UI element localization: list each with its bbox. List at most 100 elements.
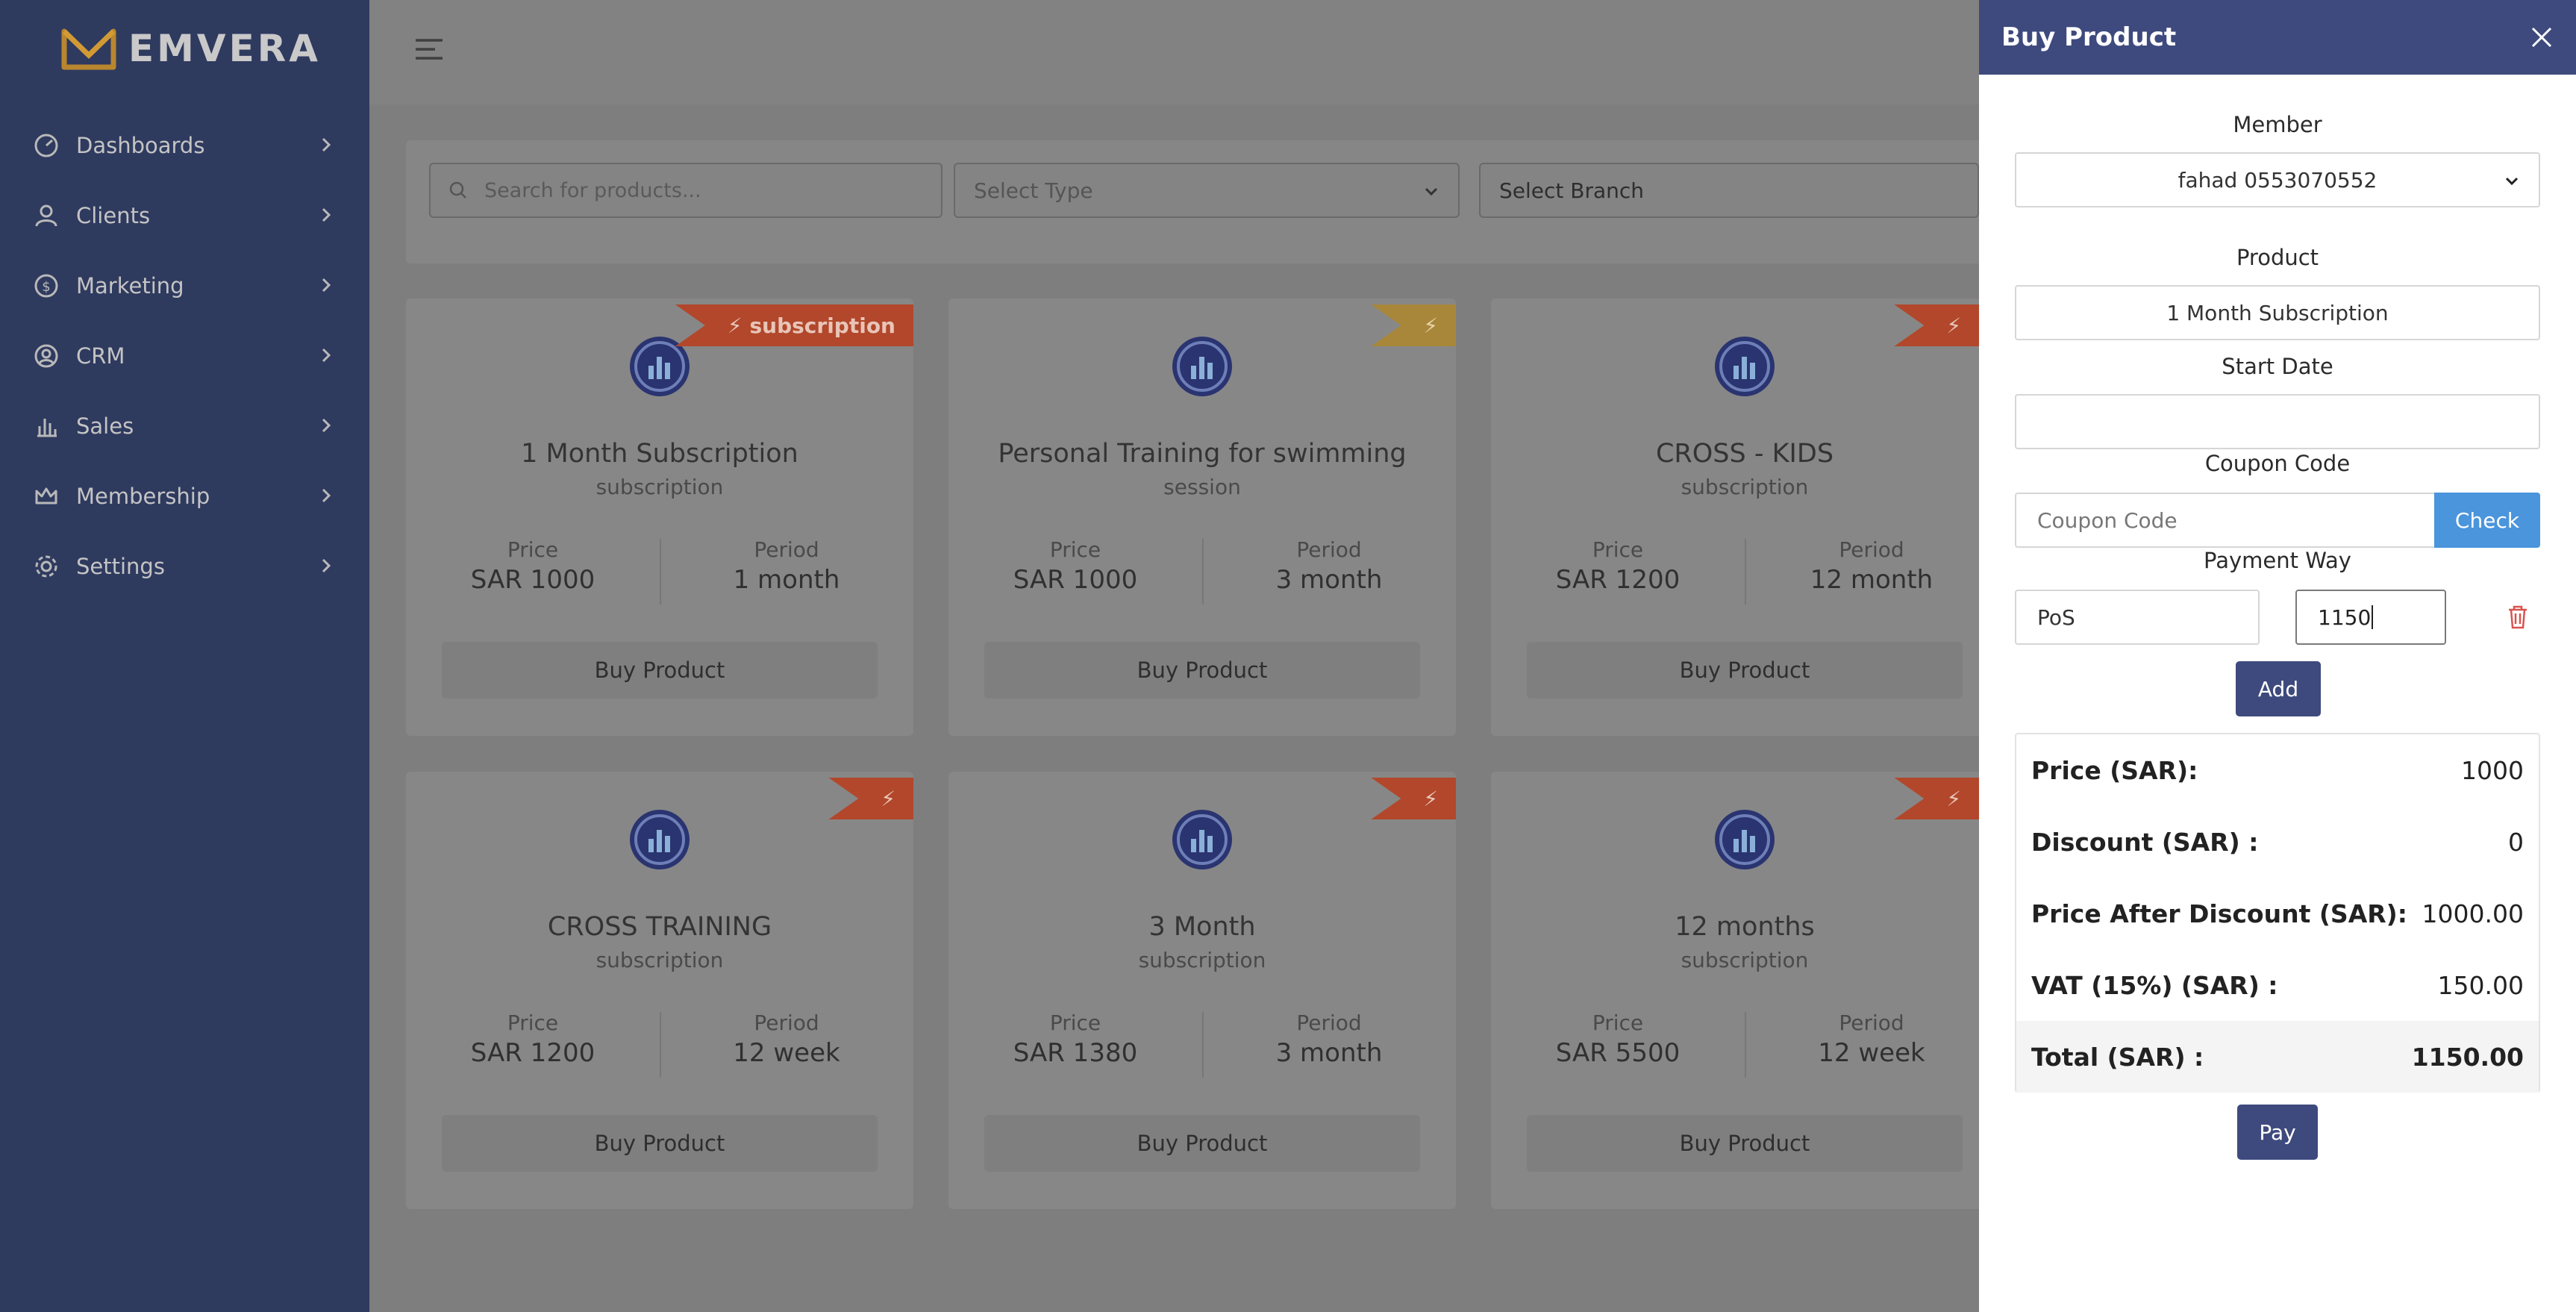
summary-label: Discount (SAR) :: [2031, 827, 2259, 857]
product-type-ribbon: ⚡: [828, 778, 913, 819]
chevron-right-icon: [322, 137, 331, 152]
payment-amount-input[interactable]: 1150: [2295, 590, 2446, 645]
product-title: Personal Training for swimming: [998, 439, 1407, 469]
summary-label: VAT (15%) (SAR) :: [2031, 970, 2278, 1000]
buy-product-button[interactable]: Buy Product: [1527, 642, 1963, 699]
period-label: Period: [1296, 537, 1362, 562]
product-card: ⚡ 3 Month subscription Price SAR 1380 Per…: [948, 772, 1456, 1209]
summary-row-vat: VAT (15%) (SAR) : 150.00: [2016, 949, 2539, 1021]
payment-amount-value: 1150: [2318, 605, 2372, 630]
price-value: SAR 5500: [1555, 1038, 1681, 1068]
product-title: 1 Month Subscription: [521, 439, 798, 469]
product-type: session: [1163, 475, 1241, 499]
brand-name: EMVERA: [128, 27, 321, 70]
type-select[interactable]: Select Type: [954, 163, 1460, 218]
sidebar-item-label: CRM: [76, 343, 125, 369]
payment-method-input[interactable]: PoS: [2015, 590, 2260, 645]
chevron-right-icon: [322, 348, 331, 363]
product-price: Price SAR 1000: [948, 537, 1202, 595]
search-icon: [449, 181, 466, 199]
sidebar-item-clients[interactable]: Clients: [0, 181, 369, 251]
buy-product-button[interactable]: Buy Product: [1527, 1115, 1963, 1172]
product-value: 1 Month Subscription: [2166, 300, 2389, 325]
period-value: 3 month: [1275, 1038, 1383, 1068]
summary-row-discount: Discount (SAR) : 0: [2016, 806, 2539, 878]
trash-icon[interactable]: [2507, 605, 2529, 630]
sidebar-item-dashboards[interactable]: Dashboards: [0, 110, 369, 181]
sidebar-item-settings[interactable]: Settings: [0, 531, 369, 602]
product-title: CROSS - KIDS: [1655, 439, 1834, 469]
bolt-icon: ⚡: [1946, 313, 1961, 338]
payment-method-value: PoS: [2037, 605, 2075, 630]
product-type: subscription: [1681, 948, 1809, 972]
sidebar-item-label: Membership: [76, 484, 210, 509]
period-value: 3 month: [1275, 565, 1383, 595]
member-label: Member: [2233, 112, 2322, 137]
sidebar-nav: Dashboards Clients $ Marketing CRM Sales…: [0, 110, 369, 602]
product-title: 3 Month: [1148, 912, 1256, 942]
product-price: Price SAR 5500: [1491, 1010, 1745, 1068]
coupon-placeholder: Coupon Code: [2037, 507, 2178, 533]
product-field[interactable]: 1 Month Subscription: [2015, 285, 2540, 340]
add-payment-button[interactable]: Add: [2236, 661, 2321, 716]
menu-toggle-icon[interactable]: [414, 37, 444, 61]
user-circle-icon: [34, 344, 58, 368]
buy-product-panel: Buy Product Member fahad 0553070552 Prod…: [1979, 0, 2576, 1312]
sidebar-item-label: Clients: [76, 203, 151, 228]
sidebar-item-marketing[interactable]: $ Marketing: [0, 251, 369, 321]
product-price: Price SAR 1380: [948, 1010, 1202, 1068]
summary-row-price-after-discount: Price After Discount (SAR): 1000.00: [2016, 878, 2539, 949]
sidebar-item-crm[interactable]: CRM: [0, 321, 369, 391]
type-select-value: Select Type: [974, 178, 1093, 203]
product-chart-icon: [630, 810, 690, 869]
chevron-down-icon: [1425, 187, 1438, 196]
branch-select[interactable]: Select Branch: [1479, 163, 1979, 218]
chevron-right-icon: [322, 418, 331, 433]
brand-logo[interactable]: EMVERA: [60, 22, 321, 75]
top-bar: [369, 0, 1981, 104]
price-label: Price: [507, 537, 559, 562]
product-type-ribbon: ⚡: [1371, 304, 1456, 346]
coupon-label: Coupon Code: [2204, 451, 2351, 476]
chevron-down-icon: [2505, 177, 2519, 186]
sidebar-item-sales[interactable]: Sales: [0, 391, 369, 461]
bolt-icon: ⚡: [1423, 313, 1438, 338]
branch-select-value: Select Branch: [1499, 178, 1645, 203]
coupon-input[interactable]: Coupon Code: [2015, 493, 2434, 548]
buy-product-button[interactable]: Buy Product: [442, 642, 878, 699]
period-label: Period: [1296, 1010, 1362, 1035]
pay-button[interactable]: Pay: [2237, 1105, 2318, 1160]
buy-product-button[interactable]: Buy Product: [984, 642, 1420, 699]
text-cursor: [2372, 605, 2374, 629]
price-label: Price: [1049, 537, 1101, 562]
start-date-input[interactable]: [2015, 394, 2540, 449]
member-select[interactable]: fahad 0553070552: [2015, 152, 2540, 207]
check-coupon-button[interactable]: Check: [2434, 493, 2540, 548]
dashboard-icon: [34, 134, 58, 157]
product-card: ⚡ Personal Training for swimming session…: [948, 299, 1456, 736]
sidebar-item-membership[interactable]: Membership: [0, 461, 369, 531]
period-label: Period: [754, 537, 819, 562]
product-chart-icon: [1172, 337, 1232, 396]
sidebar-item-label: Settings: [76, 554, 165, 579]
summary-row-price: Price (SAR): 1000: [2016, 734, 2539, 806]
price-summary: Price (SAR): 1000 Discount (SAR) : 0 Pri…: [2015, 733, 2540, 1093]
summary-value: 0: [2508, 827, 2524, 857]
product-period: Period 3 month: [1202, 537, 1456, 595]
sidebar-item-label: Dashboards: [76, 133, 205, 158]
payment-way-label: Payment Way: [2204, 548, 2351, 573]
gear-icon: [35, 555, 57, 578]
start-date-label: Start Date: [2222, 354, 2333, 379]
summary-label: Total (SAR) :: [2031, 1042, 2204, 1072]
search-input[interactable]: Search for products...: [429, 163, 942, 218]
bolt-icon: ⚡: [881, 786, 895, 811]
product-type: subscription: [1681, 475, 1809, 499]
product-type-ribbon: ⚡: [1894, 778, 1979, 819]
summary-value: 1000.00: [2422, 899, 2524, 928]
close-icon[interactable]: [2530, 25, 2554, 49]
search-placeholder: Search for products...: [484, 178, 701, 202]
buy-product-button[interactable]: Buy Product: [984, 1115, 1420, 1172]
chevron-right-icon: [322, 488, 331, 503]
product-price: Price SAR 1000: [406, 537, 660, 595]
buy-product-button[interactable]: Buy Product: [442, 1115, 878, 1172]
